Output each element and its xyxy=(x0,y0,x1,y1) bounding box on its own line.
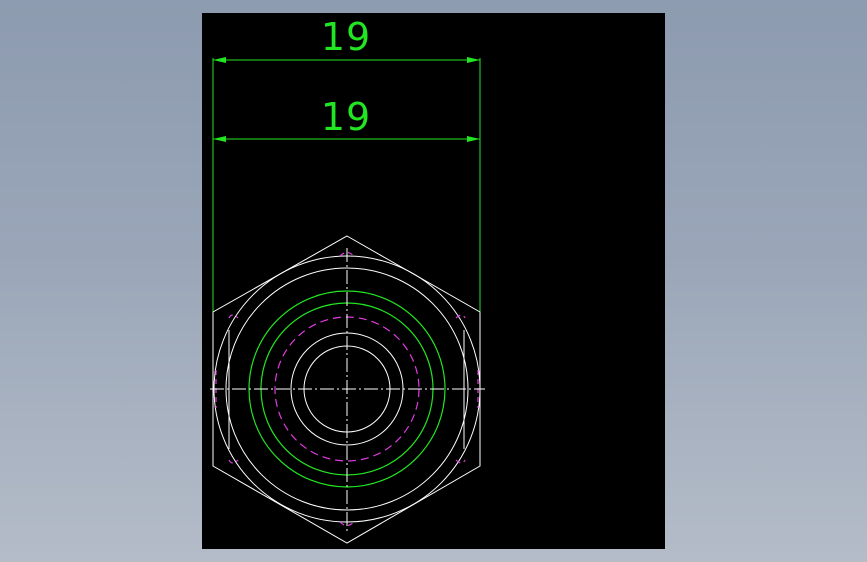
cad-viewport[interactable]: 19 19 xyxy=(0,0,867,562)
dimension-second-text: 19 xyxy=(321,95,371,139)
dimension-top-text: 19 xyxy=(321,15,371,59)
drawing-canvas[interactable] xyxy=(202,13,665,549)
